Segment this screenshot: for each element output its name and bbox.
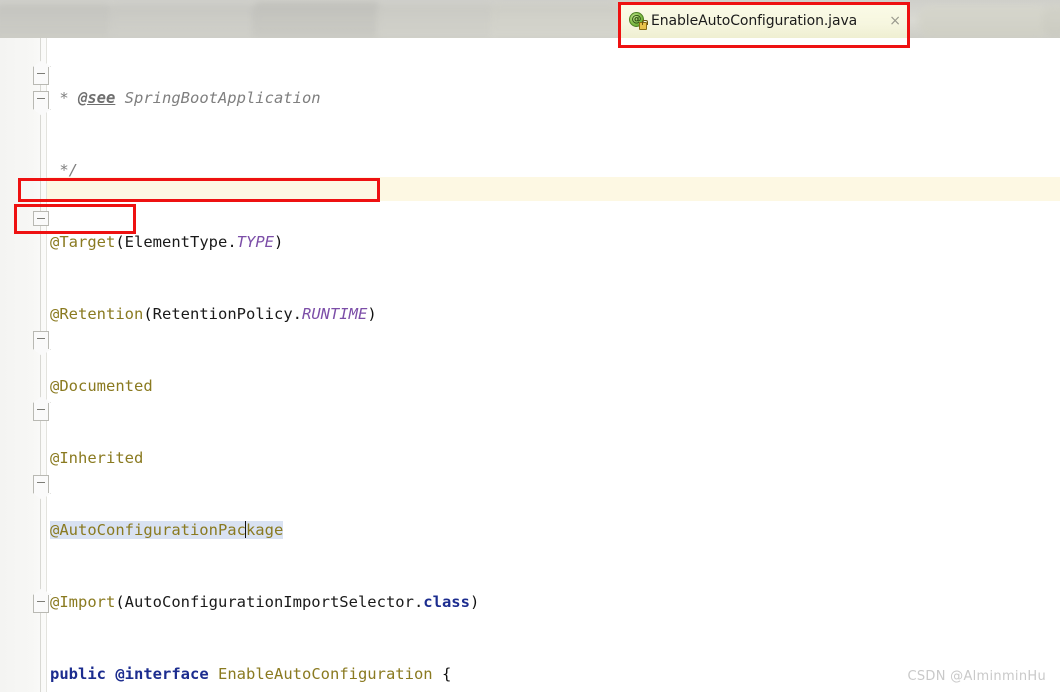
fold-marker-javadoc-exclude-start[interactable] [33, 331, 49, 349]
tab-blurred-3[interactable] [252, 2, 382, 38]
fold-marker-javadoc-exclude-end[interactable] [33, 403, 49, 421]
tab-blurred-5[interactable] [490, 4, 620, 38]
code-text[interactable]: * @see SpringBootApplication */ @Target(… [50, 38, 1060, 692]
lock-icon [639, 20, 648, 30]
tab-blurred-1[interactable] [0, 4, 114, 38]
watermark: CSDN @AlminminHu [907, 669, 1046, 684]
close-icon[interactable]: × [881, 14, 901, 28]
tab-enableautoconfiguration-java[interactable]: @ EnableAutoConfiguration.java × [620, 2, 908, 38]
editor-tab-bar: @ EnableAutoConfiguration.java × [0, 0, 1060, 38]
fold-marker-javadoc-excludename-start[interactable] [33, 475, 49, 493]
tab-blurred-7[interactable] [1042, 5, 1060, 37]
fold-marker-javadoc-excludename-end[interactable] [33, 595, 49, 613]
code-line-8: @Import(AutoConfigurationImportSelector.… [50, 593, 480, 611]
code-editor-area[interactable]: * @see SpringBootApplication */ @Target(… [0, 38, 1060, 692]
fold-marker-javadoc-end[interactable] [33, 67, 49, 85]
code-line-5: @Documented [50, 377, 153, 395]
code-line-6: @Inherited [50, 449, 144, 467]
tab-label: EnableAutoConfiguration.java [651, 12, 858, 29]
tab-blurred-6[interactable] [918, 5, 1050, 37]
editor-window: @ EnableAutoConfiguration.java × * @see … [0, 0, 1060, 692]
code-line-2: */ [50, 161, 78, 179]
code-line-4: @Retention(RetentionPolicy.RUNTIME) [50, 305, 377, 323]
tab-blurred-4[interactable] [376, 4, 496, 38]
annotation-at-icon: @ [629, 12, 648, 30]
fold-marker-annotations[interactable] [33, 91, 49, 109]
fold-marker-import[interactable] [33, 211, 49, 226]
tab-blurred-2[interactable] [108, 4, 258, 38]
code-line-7: @AutoConfigurationPackage [50, 521, 284, 539]
code-line-3: @Target(ElementType.TYPE) [50, 233, 284, 251]
code-line-1: * @see SpringBootApplication [50, 89, 321, 107]
